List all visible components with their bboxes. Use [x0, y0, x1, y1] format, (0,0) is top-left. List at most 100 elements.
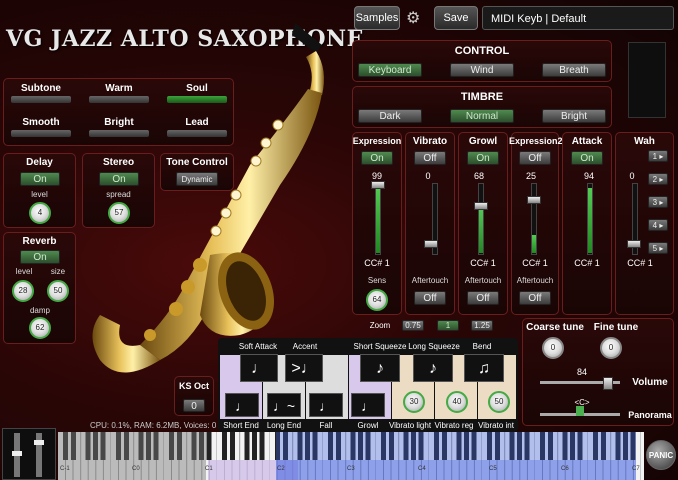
style-smooth-button[interactable] [11, 130, 71, 137]
control-keyboard-button[interactable]: Keyboard [358, 63, 422, 77]
octave-label-c4: C4 [418, 466, 426, 472]
piano-keyboard[interactable] [58, 432, 644, 480]
vibrato-aftertouch-label: Aftertouch [411, 276, 449, 285]
reverb-toggle[interactable]: On [20, 250, 60, 264]
reverb-level-knob[interactable]: 28 [12, 280, 34, 302]
timbre-bright-button[interactable]: Bright [542, 109, 606, 123]
style-bright-button[interactable] [89, 130, 149, 137]
long-squeeze-icon[interactable]: ♪ [413, 354, 453, 382]
wah-step-2[interactable]: 2 ▸ [648, 173, 668, 185]
vibrato-title: Vibrato [412, 136, 448, 147]
vibrato-toggle[interactable]: Off [414, 151, 446, 165]
coarse-tune-label: Coarse tune [526, 322, 584, 333]
zoom-125-button[interactable]: 1.25 [471, 320, 493, 331]
octave-label-c0: C0 [132, 466, 140, 472]
style-lead-button[interactable] [167, 130, 227, 137]
ks-oct-value[interactable]: 0 [183, 399, 205, 412]
control-title: CONTROL [454, 45, 510, 57]
art-short-squeeze-label: Short Squeeze [353, 342, 407, 351]
expression-slider-fill [376, 185, 380, 253]
expression-sens-knob[interactable]: 64 [366, 289, 388, 311]
growl-slider-thumb[interactable] [474, 202, 488, 210]
octave-label-c1: C1 [205, 466, 213, 472]
volume-label: Volume [632, 377, 668, 388]
delay-toggle[interactable]: On [20, 172, 60, 186]
wheels-panel [2, 428, 56, 480]
growl-aftertouch-toggle[interactable]: Off [467, 291, 499, 305]
style-soul-button[interactable] [167, 96, 227, 103]
attack-title: Attack [571, 136, 603, 147]
expression-cc: CC# 1 [364, 258, 390, 268]
volume-slider-thumb[interactable] [603, 377, 613, 390]
style-smooth-label: Smooth [22, 117, 60, 128]
bend-icon[interactable]: ♫ [464, 354, 504, 382]
zoom-1-button[interactable]: 1 [437, 320, 459, 331]
gear-icon[interactable]: ⚙ [406, 8, 420, 28]
reverb-title: Reverb [22, 236, 57, 247]
expression2-slider-thumb[interactable] [527, 196, 541, 204]
soft-attack-icon[interactable]: ♩ [240, 354, 278, 382]
reverb-size-knob[interactable]: 50 [47, 280, 69, 302]
coarse-tune-knob[interactable]: 0 [542, 337, 564, 359]
short-squeeze-icon[interactable]: ♪ [360, 354, 400, 382]
art-long-squeeze-label: Long Squeeze [408, 342, 460, 351]
art-accent-label: Accent [292, 342, 318, 351]
attack-toggle[interactable]: On [571, 151, 603, 165]
octave-label-c-1: C-1 [60, 466, 70, 472]
expression-slider-thumb[interactable] [371, 181, 385, 189]
style-warm-button[interactable] [89, 96, 149, 103]
art-short-end-label: Short End [223, 421, 259, 430]
vibrato-reg-knob[interactable]: 40 [446, 391, 468, 413]
stereo-spread-knob[interactable]: 57 [108, 202, 130, 224]
wah-step-4[interactable]: 4 ▸ [648, 219, 668, 231]
display-screen [628, 42, 666, 118]
reverb-damp-label: damp [29, 306, 50, 315]
samples-button[interactable]: Samples [354, 6, 400, 30]
timbre-normal-button[interactable]: Normal [450, 109, 514, 123]
wah-slider-thumb[interactable] [627, 240, 641, 248]
zoom-075-button[interactable]: 0.75 [402, 320, 424, 331]
vibrato-light-knob[interactable]: 30 [403, 391, 425, 413]
control-breath-button[interactable]: Breath [542, 63, 606, 77]
save-button[interactable]: Save [434, 6, 478, 30]
wah-title: Wah [634, 136, 655, 147]
growl-icon[interactable]: ♩ [351, 393, 385, 417]
fine-tune-knob[interactable]: 0 [600, 337, 622, 359]
mod-wheel-thumb[interactable] [34, 440, 44, 445]
expression2-toggle[interactable]: Off [519, 151, 551, 165]
pitch-wheel-thumb[interactable] [12, 451, 22, 456]
stereo-toggle[interactable]: On [99, 172, 139, 186]
preset-display[interactable]: MIDI Keyb | Default [482, 6, 674, 30]
long-end-icon[interactable]: ♩~ [267, 393, 301, 417]
tone-mode-button[interactable]: Dynamic [176, 172, 218, 186]
panorama-slider-thumb[interactable] [576, 406, 584, 416]
reverb-damp-knob[interactable]: 62 [29, 317, 51, 339]
short-end-icon[interactable]: ♩ [225, 393, 259, 417]
panic-button[interactable]: PANIC [646, 440, 676, 470]
wah-step-1[interactable]: 1 ▸ [648, 150, 668, 162]
growl-title: Growl [468, 136, 498, 147]
wah-step-3[interactable]: 3 ▸ [648, 196, 668, 208]
timbre-dark-button[interactable]: Dark [358, 109, 422, 123]
expression-sens-label: Sens [367, 276, 387, 285]
wah-step-5[interactable]: 5 ▸ [648, 242, 668, 254]
art-vibrato-int-label: Vibrato int [478, 421, 514, 430]
vibrato-int-knob[interactable]: 50 [488, 391, 510, 413]
fall-icon[interactable]: ♩ [309, 393, 343, 417]
octave-label-c5: C5 [489, 466, 497, 472]
vibrato-slider-thumb[interactable] [424, 240, 438, 248]
art-growl-label: Growl [357, 421, 379, 430]
expression-toggle[interactable]: On [361, 151, 393, 165]
reverb-size-label: size [50, 267, 66, 276]
piano-keys-svg[interactable] [58, 432, 644, 480]
vibrato-aftertouch-toggle[interactable]: Off [414, 291, 446, 305]
delay-level-label: level [31, 190, 48, 199]
expression2-aftertouch-toggle[interactable]: Off [519, 291, 551, 305]
wah-value: 0 [629, 171, 635, 181]
style-subtone-button[interactable] [11, 96, 71, 103]
growl-toggle[interactable]: On [467, 151, 499, 165]
accent-icon[interactable]: >♩ [285, 354, 323, 382]
tone-title: Tone Control [166, 157, 228, 168]
delay-level-knob[interactable]: 4 [29, 202, 51, 224]
control-wind-button[interactable]: Wind [450, 63, 514, 77]
